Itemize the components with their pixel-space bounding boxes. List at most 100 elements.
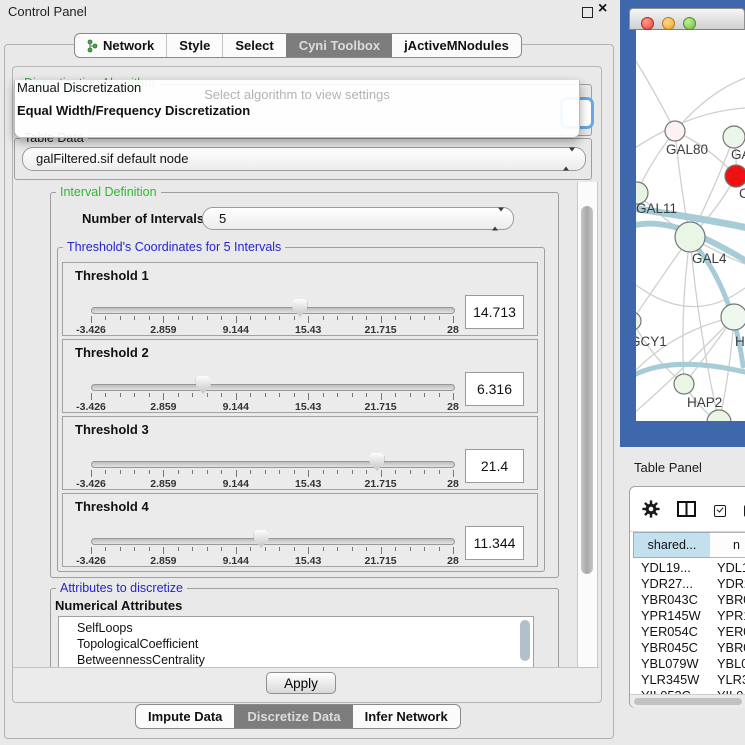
slider-thumb[interactable] <box>254 530 269 548</box>
tab-impute-data[interactable]: Impute Data <box>136 705 234 728</box>
list-scrollbar-thumb[interactable] <box>520 620 530 661</box>
table-cell: YER054C <box>633 624 713 640</box>
table-hscrollbar-thumb[interactable] <box>634 698 742 705</box>
slider-track[interactable] <box>91 384 455 391</box>
slider-track[interactable] <box>91 461 455 468</box>
slider-tick <box>250 470 251 474</box>
slider-tick <box>294 393 295 397</box>
slider-tick <box>178 393 179 397</box>
slider-tick <box>163 547 164 554</box>
table-row[interactable]: YBL079WYBL0 <box>633 656 745 672</box>
slider-tick <box>236 547 237 554</box>
tab-infer-network[interactable]: Infer Network <box>353 705 460 728</box>
slider-tick <box>134 547 135 551</box>
threshold-value-field[interactable]: 14.713 <box>465 295 524 329</box>
tab-jactivemnodules[interactable]: jActiveMNodules <box>392 34 521 57</box>
algorithm-option[interactable]: Equal Width/Frequency Discretization <box>17 103 581 118</box>
network-node[interactable] <box>721 304 745 330</box>
table-data-combo[interactable]: galFiltered.sif default node <box>22 147 586 171</box>
slider-tick <box>323 316 324 320</box>
slider-tick <box>279 393 280 397</box>
network-node[interactable] <box>707 410 731 421</box>
network-node[interactable] <box>674 374 694 394</box>
table-body: YDL19...YDL1YDR27...YDR2YBR043CYBR0YPR14… <box>633 560 745 695</box>
network-node[interactable] <box>665 121 685 141</box>
tab-label: Discretize Data <box>247 705 340 728</box>
network-node[interactable] <box>725 165 745 187</box>
threshold-value-field[interactable]: 11.344 <box>465 526 524 560</box>
attribute-item[interactable]: BetweennessCentrality <box>59 652 533 668</box>
slider-tick <box>424 393 425 397</box>
thresholds-list: Threshold 1-3.4262.8599.14415.4321.71528… <box>62 262 538 570</box>
network-node[interactable] <box>675 222 705 252</box>
float-window-icon[interactable] <box>582 7 593 18</box>
slider-thumb[interactable] <box>369 453 384 471</box>
close-traffic-light-icon[interactable] <box>641 17 654 30</box>
algorithm-option[interactable]: Manual Discretization <box>17 80 581 95</box>
tab-select[interactable]: Select <box>222 34 285 57</box>
tab-network[interactable]: Network <box>75 34 166 57</box>
table-row[interactable]: YLR345WYLR3 <box>633 672 745 688</box>
slider-tick <box>308 393 309 400</box>
interval-definition-title: Interval Definition <box>56 185 161 199</box>
slider-tick-label: 21.715 <box>365 401 397 413</box>
apply-button[interactable]: Apply <box>266 672 336 694</box>
network-canvas[interactable]: GAL80GACGAL11GAL4GCY1HHAP2 <box>636 30 745 421</box>
slider-thumb[interactable] <box>292 299 307 317</box>
network-node[interactable] <box>723 126 745 148</box>
slider-track[interactable] <box>91 538 455 545</box>
threshold-label: Threshold 3 <box>75 422 149 437</box>
zoom-traffic-light-icon[interactable] <box>683 17 696 30</box>
tab-label: Network <box>103 34 154 57</box>
slider-tick <box>279 547 280 551</box>
tab-discretize-data[interactable]: Discretize Data <box>234 705 352 728</box>
slider-tick-label: 28 <box>447 324 459 336</box>
slider-tick <box>250 316 251 320</box>
number-of-intervals-combo[interactable]: 5 <box>202 207 514 230</box>
slider-tick-label: 28 <box>447 478 459 490</box>
slider-thumb[interactable] <box>196 376 211 394</box>
slider-tick-label: 9.144 <box>223 401 249 413</box>
minimize-traffic-light-icon[interactable] <box>662 17 675 30</box>
slider-tick <box>279 470 280 474</box>
table-hscrollbar-track[interactable] <box>630 694 745 708</box>
slider-tick <box>149 393 150 397</box>
slider-tick-label: -3.426 <box>76 324 106 336</box>
slider-tick <box>178 547 179 551</box>
threshold-value-field[interactable]: 6.316 <box>465 372 524 406</box>
thresholds-group-title: Threshold's Coordinates for 5 Intervals <box>63 240 285 254</box>
table-row[interactable]: YBR043CYBR0 <box>633 592 745 608</box>
table-row[interactable]: YDL19...YDL1 <box>633 560 745 576</box>
slider-tick-label: -3.426 <box>76 478 106 490</box>
table-row[interactable]: YBR045CYBR0 <box>633 640 745 656</box>
slider-tick <box>410 547 411 551</box>
slider-tick <box>207 316 208 320</box>
network-node[interactable] <box>636 312 641 330</box>
column-header-shared-name[interactable]: shared... <box>633 532 711 558</box>
slider-tick <box>279 316 280 320</box>
panel-scrollbar-thumb[interactable] <box>581 206 593 574</box>
column-header-name[interactable]: n <box>710 532 745 558</box>
table-row[interactable]: YER054CYER0 <box>633 624 745 640</box>
table-cell: YBL0 <box>713 656 745 672</box>
threshold-panel: Threshold 4-3.4262.8599.14415.4321.71528… <box>62 493 538 567</box>
table-row[interactable]: YPR145WYPR1 <box>633 608 745 624</box>
attribute-item[interactable]: TopologicalCoefficient <box>59 636 533 652</box>
slider-tick-label: 21.715 <box>365 478 397 490</box>
tab-style[interactable]: Style <box>166 34 222 57</box>
gear-icon[interactable] <box>642 500 660 523</box>
slider-track[interactable] <box>91 307 455 314</box>
tab-label: Select <box>235 34 273 57</box>
checked-checkbox-icon[interactable] <box>714 505 726 517</box>
control-panel-tabbar: Network Style Select Cyni ToolboxjActiveMNo… <box>74 33 522 58</box>
attribute-item[interactable]: SelfLoops <box>59 620 533 636</box>
close-icon[interactable]: × <box>598 0 607 18</box>
table-panel-title: Table Panel <box>634 460 702 475</box>
table-row[interactable]: YDR27...YDR2 <box>633 576 745 592</box>
threshold-value-field[interactable]: 21.4 <box>465 449 524 483</box>
slider-tick <box>366 393 367 397</box>
network-titlebar[interactable] <box>629 8 745 30</box>
table-cell: YLR3 <box>713 672 745 688</box>
split-columns-icon[interactable] <box>677 501 696 522</box>
tab-cyni-toolbox[interactable]: Cyni Toolbox <box>286 34 392 57</box>
